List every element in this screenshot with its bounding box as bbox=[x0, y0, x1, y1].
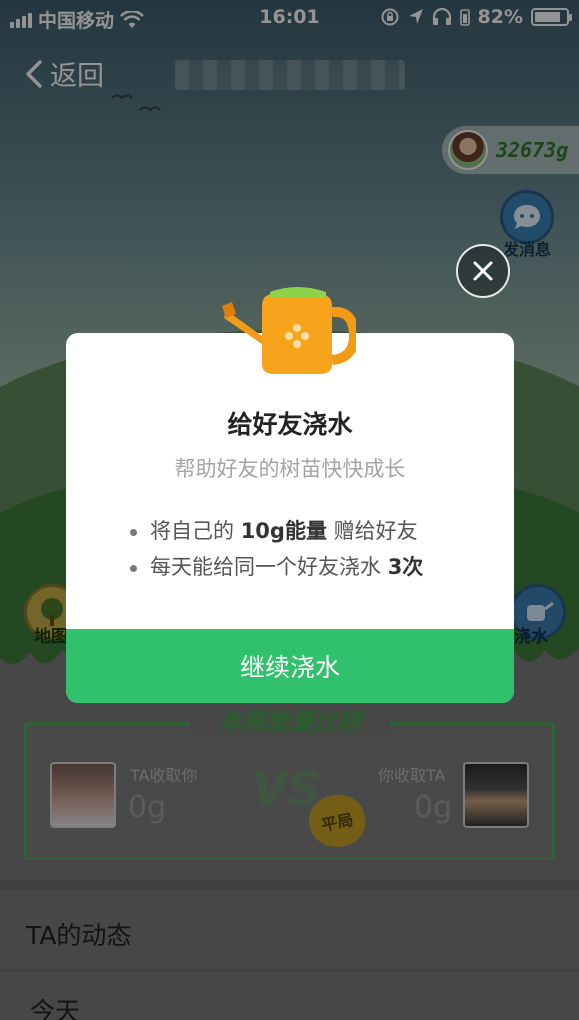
dialog-subtitle: 帮助好友的树苗快快成长 bbox=[174, 457, 406, 481]
rule-item-energy: 将自己的 10g能量 赠给好友 bbox=[128, 513, 423, 549]
close-modal-button[interactable] bbox=[456, 244, 510, 298]
watering-dialog: 给好友浇水 帮助好友的树苗快快成长 将自己的 10g能量 赠给好友 每天能给同一… bbox=[66, 333, 514, 703]
dialog-title: 给好友浇水 bbox=[227, 410, 353, 439]
watering-can-icon bbox=[222, 287, 356, 374]
continue-watering-button[interactable]: 继续浇水 bbox=[66, 629, 514, 703]
close-icon bbox=[473, 261, 493, 281]
dialog-rules-list: 将自己的 10g能量 赠给好友 每天能给同一个好友浇水 3次 bbox=[128, 513, 423, 585]
rule-item-limit: 每天能给同一个好友浇水 3次 bbox=[128, 549, 423, 585]
